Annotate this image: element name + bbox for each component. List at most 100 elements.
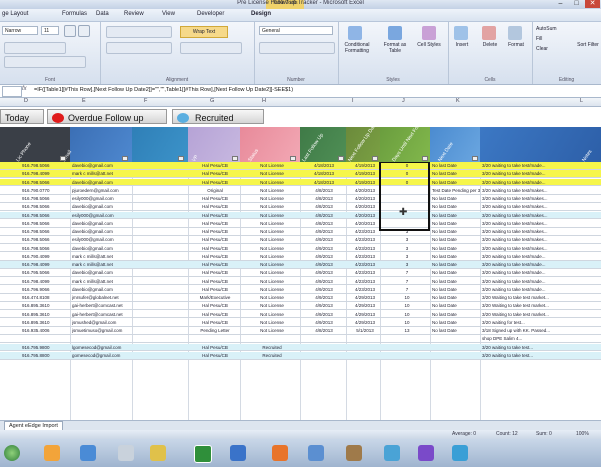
filter-dropdown-icon[interactable] (372, 156, 378, 161)
table-row[interactable]: 916.474.8108 jmrsufer@globalnet.net Mark/E… (0, 294, 601, 302)
table-cell[interactable]: Not License (244, 228, 300, 235)
taskbar-app-icon[interactable] (452, 445, 468, 461)
table-cell[interactable]: 13 (384, 327, 430, 334)
conditional-formatting-icon[interactable] (348, 26, 362, 40)
table-cell[interactable]: 4/29/2013 (350, 311, 380, 318)
number-format-select[interactable]: General (259, 26, 333, 35)
table-cell[interactable]: 4/29/2013 (350, 319, 380, 326)
table-cell[interactable]: 4/8/2013 (302, 195, 346, 202)
table-cell[interactable]: mark c mills@att.net (72, 261, 130, 268)
taskbar-app-icon[interactable] (44, 445, 60, 461)
currency-percent-icons[interactable] (259, 42, 335, 54)
table-cell[interactable]: 4/23/2013 (350, 261, 380, 268)
column-letter[interactable]: F (144, 98, 147, 104)
taskbar-app-icon[interactable] (150, 445, 166, 461)
table-cell[interactable]: 3 (384, 253, 430, 260)
tab-developer[interactable]: Developer (197, 11, 224, 17)
table-cell[interactable]: 4/8/2013 (302, 212, 346, 219)
table-cell[interactable]: 4/23/2013 (350, 278, 380, 285)
table-cell[interactable]: Original (190, 187, 240, 194)
table-cell[interactable]: 4/18/2013 (302, 170, 346, 177)
taskbar-app-icon[interactable] (230, 445, 246, 461)
table-row[interactable]: 916.795.5066 davebio@gmail.com Hal Pesu/CB… (0, 269, 601, 278)
table-cell[interactable]: 3/20 waiting to take test... (482, 344, 600, 351)
table-cell[interactable]: 4/20/2013 (350, 212, 380, 219)
table-cell[interactable]: shop DPE Salim 4... (482, 335, 600, 342)
sort-filter-button[interactable]: Sort Filter (576, 42, 600, 48)
table-cell[interactable]: 916.935.4006 (22, 327, 70, 334)
table-cell[interactable]: Hal Pesu/CB (190, 253, 240, 260)
table-cell[interactable]: esily000@gmail.com (72, 236, 130, 243)
table-cell[interactable]: 4/9/2013 (302, 236, 346, 243)
table-cell[interactable]: davebio@gmail.com (72, 220, 130, 227)
table-cell[interactable]: Recruited (244, 344, 300, 351)
table-cell[interactable] (350, 344, 380, 351)
table-cell[interactable] (432, 335, 480, 342)
table-cell[interactable]: 3/20 waiting to take test/made... (482, 253, 600, 260)
column-letter[interactable]: I (352, 98, 354, 104)
filter-dropdown-icon[interactable] (422, 156, 428, 161)
table-cell[interactable]: esily000@gmail.com (72, 195, 130, 202)
table-cell[interactable]: 3/20 Waiting to take test market... (482, 311, 600, 318)
table-cell[interactable]: 4/18/2013 (302, 162, 346, 169)
table-cell[interactable]: 916.895.3610 (22, 311, 70, 318)
table-row[interactable]: 916.895.3610 gai-herbert@comcast.net Hal P… (0, 311, 601, 319)
delete-cells-icon[interactable] (482, 26, 496, 40)
table-cell[interactable]: 4/9/2013 (302, 228, 346, 235)
table-cell[interactable]: Hal Pesu/CB (190, 179, 240, 186)
zoom-level[interactable]: 100% (576, 431, 589, 437)
table-cell[interactable]: 4/18/2013 (302, 179, 346, 186)
table-cell[interactable]: 4/20/2013 (350, 187, 380, 194)
table-cell[interactable]: 10 (384, 311, 430, 318)
grow-font-icon[interactable] (64, 25, 76, 37)
table-cell[interactable]: No last Date (432, 195, 480, 202)
table-cell[interactable] (432, 352, 480, 359)
table-cell[interactable]: 3/20 waiting to take test/made... (482, 162, 600, 169)
table-cell[interactable]: 3 (384, 261, 430, 268)
column-letter[interactable]: J (402, 98, 405, 104)
table-row[interactable]: 916.798.5066 davebio@gmail.com Hal Pesu/CB… (0, 228, 601, 236)
table-cell[interactable]: 3/20 waiting to take test/made... (482, 170, 600, 177)
table-cell[interactable]: 916.798.5066 (22, 203, 70, 210)
table-cell[interactable]: 916.790.4099 (22, 253, 70, 260)
table-cell[interactable]: 3/20 waiting to take test/made... (482, 278, 600, 285)
table-row[interactable]: 916.798.4099 mark c mills@att.net Hal Pesu… (0, 261, 601, 269)
table-cell[interactable] (384, 352, 430, 359)
table-cell[interactable]: No last Date (432, 294, 480, 301)
name-box[interactable] (2, 86, 22, 97)
table-cell[interactable]: Hal Pesu/CB (190, 170, 240, 177)
table-cell[interactable]: 4/19/2013 (350, 162, 380, 169)
table-cell[interactable]: 4/23/2013 (350, 228, 380, 235)
close-button[interactable]: ✕ (585, 0, 600, 8)
table-cell[interactable]: 10 (384, 302, 430, 309)
table-cell[interactable]: Hal Pesu/CB (190, 212, 240, 219)
table-cell[interactable]: 4/9/2013 (302, 286, 346, 293)
table-cell[interactable]: Not License (244, 212, 300, 219)
table-cell[interactable]: 916.798.4099 (22, 278, 70, 285)
table-row[interactable]: 916.798.5066 davebio@gmail.com Hal Pesu/CB… (0, 178, 601, 187)
table-cell[interactable]: davebio@gmail.com (72, 228, 130, 235)
table-row[interactable]: 916.798.5066 esily000@gmail.com Hal Pesu/C… (0, 236, 601, 245)
table-cell[interactable]: No last Date (432, 179, 480, 186)
filter-dropdown-icon[interactable] (338, 156, 344, 161)
taskbar-app-icon[interactable] (418, 445, 434, 461)
table-cell[interactable]: Not License (244, 220, 300, 227)
table-cell[interactable]: Not License (244, 269, 300, 276)
table-cell[interactable]: 916.895.3610 (22, 302, 70, 309)
table-cell[interactable]: 916.798.5066 (22, 228, 70, 235)
insert-button[interactable]: Insert (450, 42, 474, 48)
table-cell[interactable]: Hal Pesu/CB (190, 311, 240, 318)
table-cell[interactable]: 3/20 Waiting to take test market... (482, 294, 600, 301)
table-cell[interactable] (302, 335, 346, 342)
table-cell[interactable]: mark c mills@att.net (72, 278, 130, 285)
table-cell[interactable]: 3/20 waiting to take test/makes... (482, 245, 600, 252)
table-cell[interactable]: 3/20 waiting to take test/made... (482, 269, 600, 276)
table-cell[interactable] (384, 335, 430, 342)
table-cell[interactable]: No last Date (432, 245, 480, 252)
start-button-icon[interactable] (4, 445, 20, 461)
table-cell[interactable]: No last Date (432, 269, 480, 276)
table-row[interactable]: 916.798.5066 davebio@gmail.com Hal Pesu/CB… (0, 220, 601, 228)
taskbar-app-icon[interactable] (272, 445, 288, 461)
table-cell[interactable]: 916.795.9800 (22, 344, 70, 351)
table-cell[interactable]: 916.798.5066 (22, 236, 70, 243)
